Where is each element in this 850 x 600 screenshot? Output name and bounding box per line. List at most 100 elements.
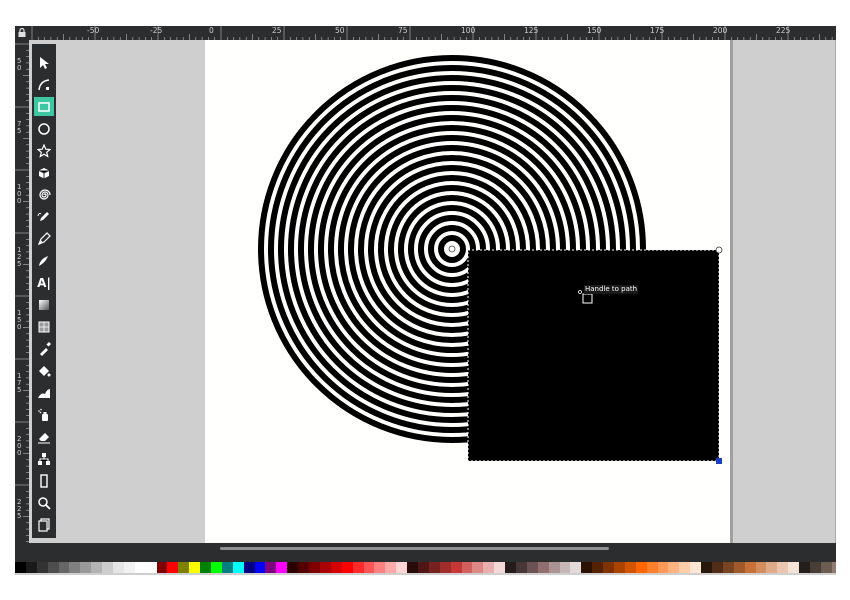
measure-tool[interactable] — [34, 471, 54, 490]
color-swatch[interactable] — [309, 562, 320, 573]
color-swatch[interactable] — [483, 562, 495, 573]
color-swatch[interactable] — [178, 562, 190, 573]
color-swatch[interactable] — [810, 562, 821, 573]
text-tool[interactable]: A| — [34, 273, 54, 292]
tweak-tool[interactable] — [34, 383, 54, 402]
color-swatch[interactable] — [744, 562, 756, 573]
color-swatch[interactable] — [15, 562, 26, 573]
color-swatch[interactable] — [396, 562, 408, 573]
color-swatch[interactable] — [668, 562, 680, 573]
color-swatch[interactable] — [167, 562, 179, 573]
color-swatch[interactable] — [276, 562, 288, 573]
color-swatch[interactable] — [298, 562, 310, 573]
color-swatch[interactable] — [232, 562, 244, 573]
horizontal-scrollbar[interactable] — [15, 543, 836, 555]
color-swatch[interactable] — [36, 562, 48, 573]
color-swatch[interactable] — [515, 562, 527, 573]
color-swatch[interactable] — [559, 562, 571, 573]
color-swatch[interactable] — [755, 562, 767, 573]
mesh-tool[interactable] — [34, 317, 54, 336]
color-swatch[interactable] — [592, 562, 604, 573]
3d-box-tool[interactable] — [34, 163, 54, 182]
star-tool[interactable] — [34, 141, 54, 160]
color-swatch[interactable] — [47, 562, 59, 573]
color-swatch[interactable] — [69, 562, 81, 573]
spiral-tool[interactable] — [34, 185, 54, 204]
color-swatch[interactable] — [374, 562, 386, 573]
color-swatch[interactable] — [428, 562, 440, 573]
canvas[interactable] — [15, 26, 836, 543]
color-swatch[interactable] — [330, 562, 342, 573]
color-swatch[interactable] — [646, 562, 658, 573]
color-swatch[interactable] — [461, 562, 473, 573]
color-swatch[interactable] — [733, 562, 745, 573]
color-swatch[interactable] — [505, 562, 516, 573]
color-swatch[interactable] — [788, 562, 800, 573]
color-swatch[interactable] — [613, 562, 625, 573]
color-swatch[interactable] — [385, 562, 397, 573]
gradient-tool[interactable] — [34, 295, 54, 314]
color-swatch[interactable] — [254, 562, 266, 573]
color-swatch[interactable] — [200, 562, 212, 573]
color-swatch[interactable] — [211, 562, 222, 573]
color-swatch[interactable] — [635, 562, 647, 573]
color-swatch[interactable] — [417, 562, 429, 573]
color-swatch[interactable] — [820, 562, 832, 573]
color-swatch[interactable] — [102, 562, 114, 573]
color-swatch[interactable] — [831, 562, 836, 573]
color-swatch[interactable] — [91, 562, 103, 573]
color-swatch[interactable] — [690, 562, 702, 573]
color-swatch[interactable] — [603, 562, 614, 573]
color-swatch[interactable] — [113, 562, 124, 573]
color-swatch[interactable] — [80, 562, 92, 573]
color-swatch[interactable] — [243, 562, 255, 573]
color-swatch[interactable] — [145, 562, 157, 573]
radius-handle[interactable] — [715, 246, 723, 254]
color-swatch[interactable] — [526, 562, 538, 573]
color-swatch[interactable] — [624, 562, 636, 573]
color-swatch[interactable] — [766, 562, 778, 573]
color-swatch[interactable] — [570, 562, 582, 573]
color-swatch[interactable] — [450, 562, 462, 573]
calligraphy-tool[interactable] — [34, 251, 54, 270]
color-swatch[interactable] — [265, 562, 277, 573]
color-swatch[interactable] — [287, 562, 299, 573]
color-swatch[interactable] — [134, 562, 146, 573]
color-swatch[interactable] — [123, 562, 135, 573]
color-swatch[interactable] — [221, 562, 233, 573]
color-swatch[interactable] — [679, 562, 691, 573]
color-palette[interactable] — [15, 562, 836, 573]
eraser-tool[interactable] — [34, 427, 54, 446]
selector-tool[interactable] — [34, 53, 54, 72]
color-swatch[interactable] — [407, 562, 418, 573]
scrollbar-thumb[interactable] — [220, 547, 609, 550]
color-swatch[interactable] — [25, 562, 37, 573]
zoom-tool[interactable] — [34, 493, 54, 512]
color-swatch[interactable] — [777, 562, 789, 573]
paint-bucket-tool[interactable] — [34, 361, 54, 380]
pages-tool[interactable] — [34, 515, 54, 534]
color-swatch[interactable] — [319, 562, 331, 573]
pencil-tool[interactable] — [34, 207, 54, 226]
rectangle-object[interactable] — [468, 250, 719, 461]
corner-handle[interactable] — [716, 458, 722, 464]
pen-tool[interactable] — [34, 229, 54, 248]
color-swatch[interactable] — [537, 562, 549, 573]
connector-tool[interactable] — [34, 449, 54, 468]
color-swatch[interactable] — [189, 562, 201, 573]
color-swatch[interactable] — [581, 562, 593, 573]
color-swatch[interactable] — [156, 562, 168, 573]
color-swatch[interactable] — [494, 562, 506, 573]
color-swatch[interactable] — [58, 562, 70, 573]
color-swatch[interactable] — [472, 562, 484, 573]
color-swatch[interactable] — [439, 562, 451, 573]
color-swatch[interactable] — [799, 562, 811, 573]
dropper-tool[interactable] — [34, 339, 54, 358]
rectangle-tool[interactable] — [34, 97, 54, 116]
ellipse-tool[interactable] — [34, 119, 54, 138]
color-swatch[interactable] — [657, 562, 669, 573]
color-swatch[interactable] — [712, 562, 723, 573]
color-swatch[interactable] — [722, 562, 734, 573]
color-swatch[interactable] — [548, 562, 560, 573]
color-swatch[interactable] — [363, 562, 375, 573]
